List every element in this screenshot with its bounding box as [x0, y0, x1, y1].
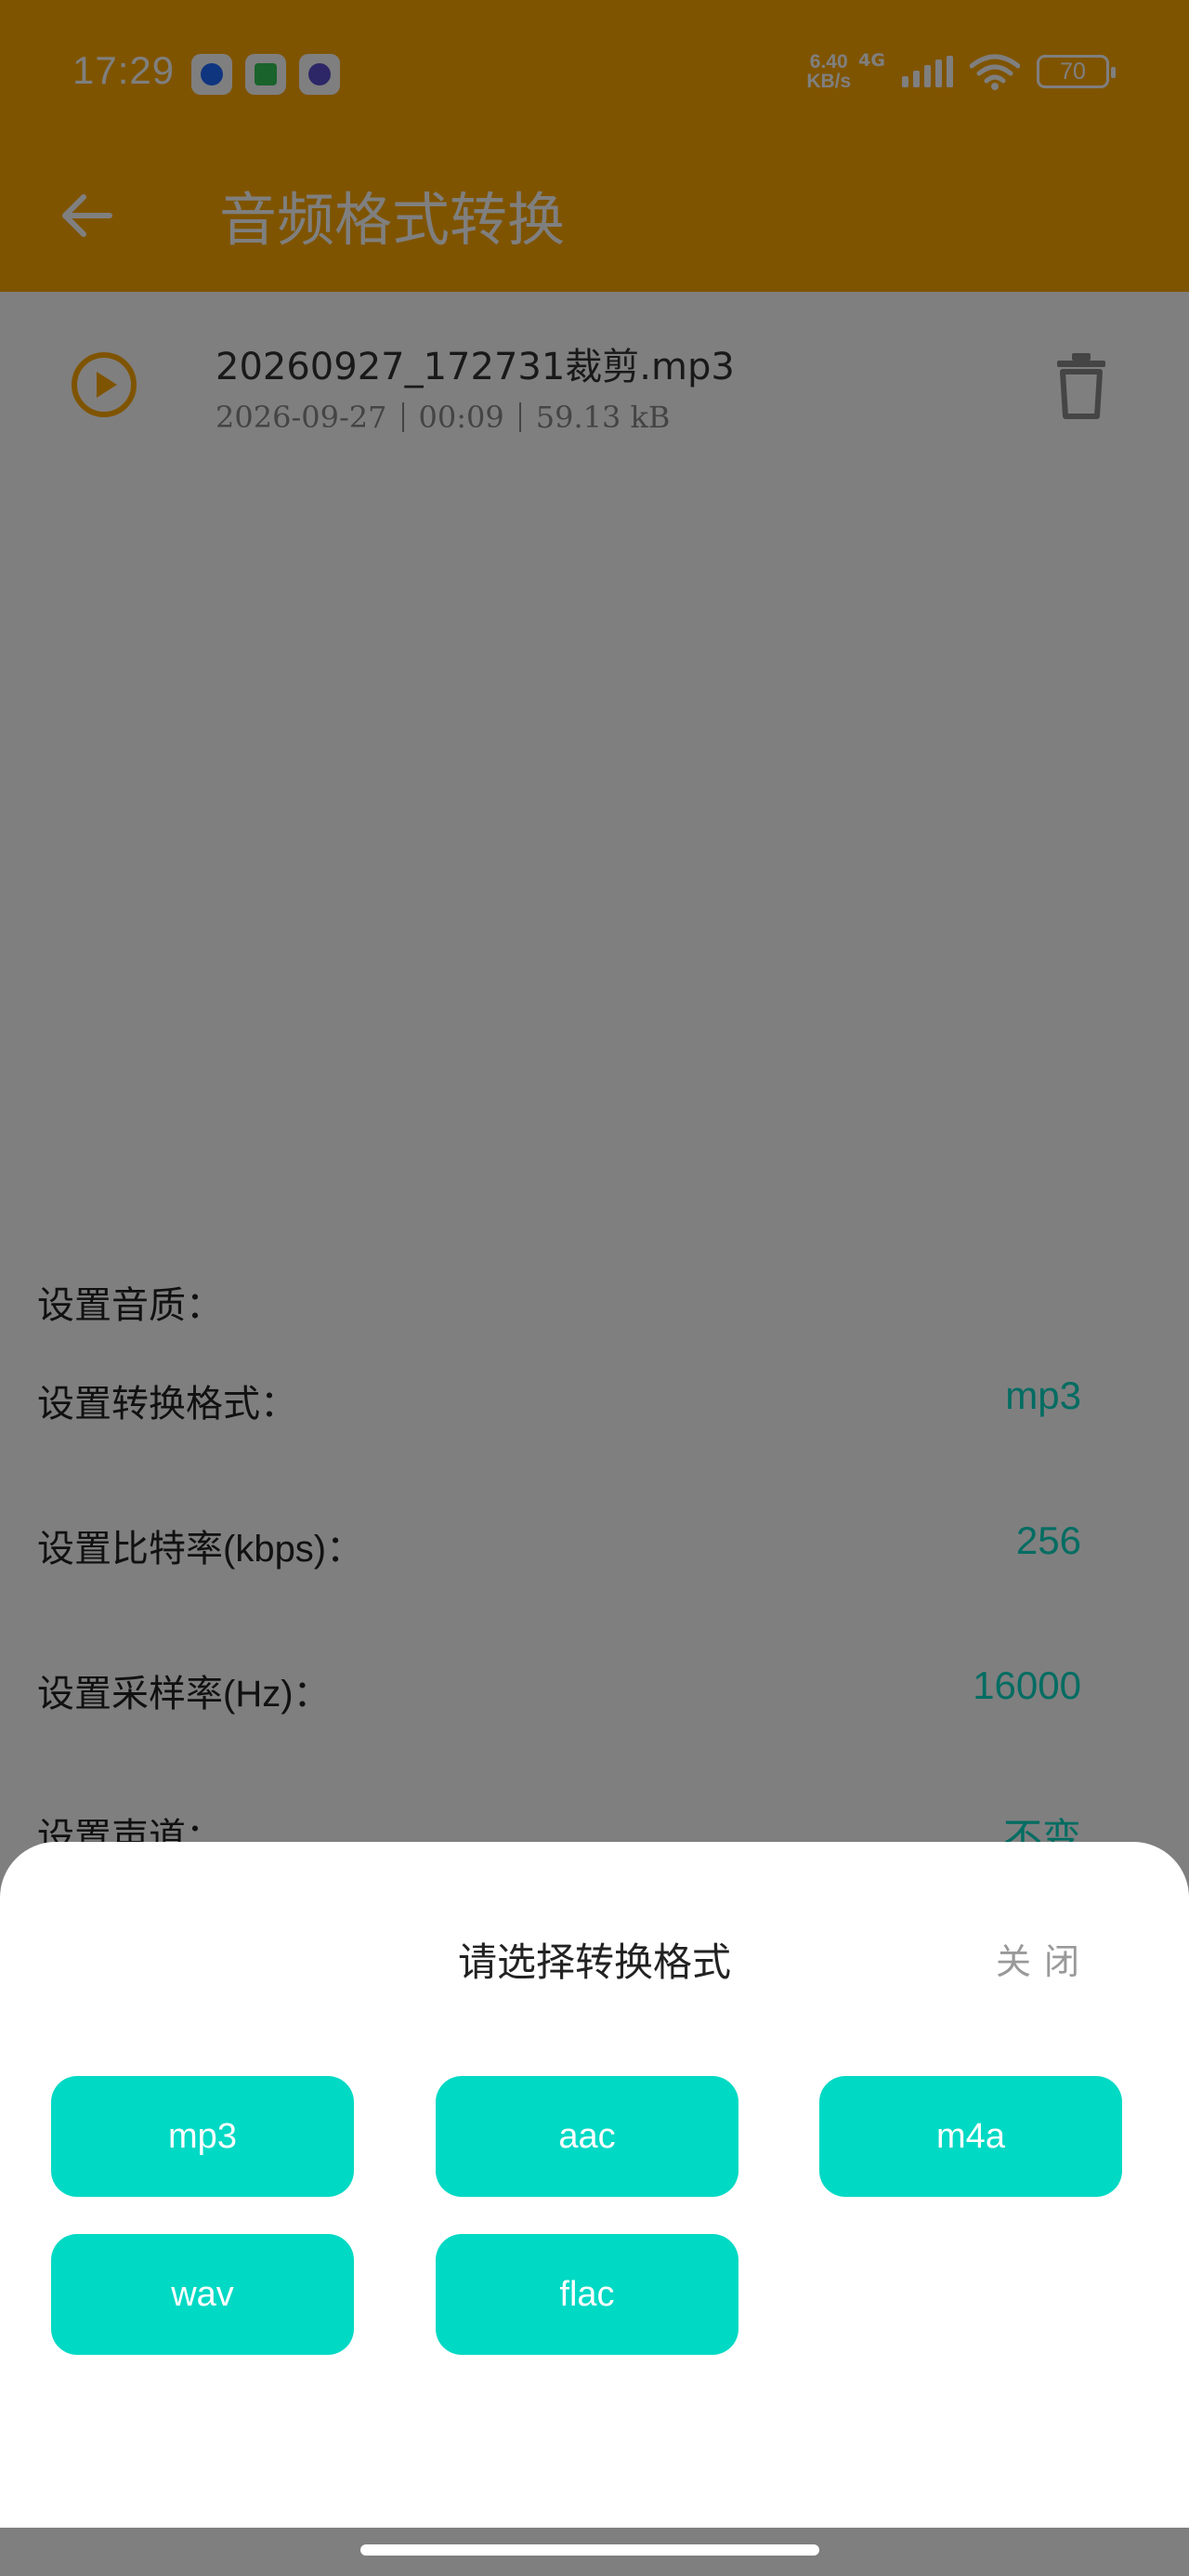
format-button-mp3[interactable]: mp3: [51, 2076, 354, 2197]
format-button-wav[interactable]: wav: [51, 2234, 354, 2355]
system-nav-bar: [0, 2528, 1189, 2576]
close-button[interactable]: 关闭: [996, 1933, 1092, 1984]
format-button-aac[interactable]: aac: [436, 2076, 738, 2197]
screen: 17:29 6.40 KB/s 4G 70: [0, 0, 1189, 2576]
format-button-flac[interactable]: flac: [436, 2234, 738, 2355]
format-picker-sheet: 请选择转换格式 关闭 mp3 aac m4a wav flac: [0, 1842, 1189, 2528]
home-indicator[interactable]: [360, 2544, 819, 2556]
format-button-m4a[interactable]: m4a: [819, 2076, 1122, 2197]
